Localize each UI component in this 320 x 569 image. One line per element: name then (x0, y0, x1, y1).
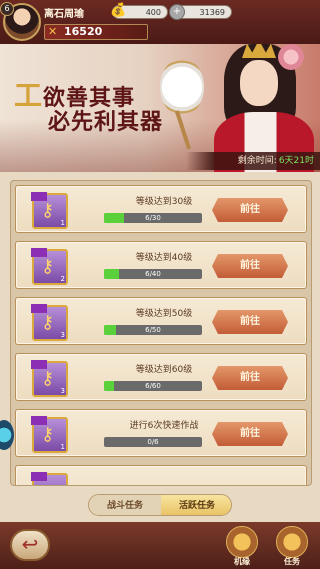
combat-power: ✕ 16520 (44, 24, 148, 40)
task-progress-bar: 0/6 (104, 437, 202, 447)
task-row: ⚷ 1 等级达到30级 6/30 前往 (15, 185, 307, 233)
key-icon: ⚷ (41, 368, 55, 389)
reward-item[interactable] (31, 472, 68, 485)
gold-ingot-icon: 💰 (110, 3, 127, 18)
task-description: 等级达到50级 (135, 309, 193, 319)
heroine-flower (278, 44, 304, 70)
banner-title-cap: 工 (14, 79, 44, 112)
progress-text: 6/60 (145, 382, 161, 390)
reward-item[interactable]: ⚷ 3 (31, 360, 68, 397)
task-progress-bar: 6/60 (104, 381, 202, 391)
task-row: ⚷ 1 进行6次快速作战 0/6 前往 (15, 409, 307, 457)
banner-subtitle: 必先利其器 (48, 109, 164, 135)
task-description: 等级达到30级 (135, 197, 193, 207)
event-banner: 工欲善其事 必先利其器 剩余时间: 6天21时 (0, 40, 320, 172)
progress-text: 6/50 (145, 326, 161, 334)
key-icon: ⚷ (41, 256, 55, 277)
back-arrow-icon: ↩ (21, 532, 39, 556)
task-row-partial (15, 465, 307, 485)
add-coin-icon[interactable]: + (169, 4, 185, 20)
tab-battle-tasks[interactable]: 战斗任务 (89, 495, 161, 515)
top-bar: 6 离石周瑜 ✕ 16520 💰 400 + 31369 (0, 0, 320, 44)
remaining-time-value: 6天21时 (278, 156, 314, 166)
fate-icon (226, 526, 258, 558)
fan-illustration (160, 58, 204, 116)
key-icon: ⚷ (41, 312, 55, 333)
go-button[interactable]: 前往 (212, 198, 288, 222)
task-progress-bar: 6/30 (104, 213, 202, 223)
heroine-face (240, 60, 278, 106)
ribbon-icon (31, 472, 47, 481)
key-icon: ⚷ (41, 424, 55, 445)
crossed-swords-icon: ✕ (48, 25, 58, 38)
task-row: ⚷ 2 等级达到40级 6/40 前往 (15, 241, 307, 289)
reward-item[interactable]: ⚷ 1 (31, 416, 68, 453)
task-button[interactable]: 任务 (272, 526, 312, 568)
task-description: 进行6次快速作战 (129, 421, 199, 431)
fate-label: 机缘 (234, 557, 250, 566)
reward-qty: 1 (60, 219, 65, 227)
task-description: 等级达到40级 (135, 253, 193, 263)
task-label: 任务 (284, 557, 300, 566)
key-icon: ⚷ (41, 200, 55, 221)
bottom-bar: ↩ 机缘 任务 (0, 522, 320, 569)
reward-item[interactable]: ⚷ 3 (31, 304, 68, 341)
task-tabs: 战斗任务 活跃任务 (88, 494, 232, 516)
task-progress-bar: 6/40 (104, 269, 202, 279)
go-button[interactable]: 前往 (212, 310, 288, 334)
progress-text: 6/40 (145, 270, 161, 278)
go-button[interactable]: 前往 (212, 422, 288, 446)
progress-text: 6/30 (145, 214, 161, 222)
coin-amount: 31369 (199, 8, 225, 17)
gold-resource[interactable]: 💰 400 (110, 3, 168, 19)
player-name: 离石周瑜 (44, 9, 84, 20)
coin-resource[interactable]: + 31369 (169, 4, 232, 20)
back-button[interactable]: ↩ (10, 529, 50, 561)
reward-item[interactable]: ⚷ 1 (31, 192, 68, 229)
task-row: ⚷ 3 等级达到50级 6/50 前往 (15, 297, 307, 345)
fate-button[interactable]: 机缘 (222, 526, 262, 568)
task-row: ⚷ 3 等级达到60级 6/60 前往 (15, 353, 307, 401)
go-button[interactable]: 前往 (212, 366, 288, 390)
go-button[interactable]: 前往 (212, 254, 288, 278)
reward-qty: 3 (60, 331, 65, 339)
fan-handle (174, 110, 192, 150)
tab-active-tasks[interactable]: 活跃任务 (161, 495, 231, 515)
player-level-badge: 6 (0, 2, 14, 16)
gold-amount: 400 (145, 8, 161, 17)
reward-qty: 1 (60, 443, 65, 451)
progress-text: 0/6 (147, 438, 159, 446)
task-list[interactable]: ⚷ 1 等级达到30级 6/30 前往 ⚷ 2 等级达到40级 6/40 前往 … (10, 180, 312, 486)
task-progress-bar: 6/50 (104, 325, 202, 335)
combat-power-value: 16520 (64, 25, 103, 38)
remaining-time-label: 剩余时间: (237, 156, 277, 166)
remaining-time: 剩余时间: 6天21时 (186, 152, 320, 170)
reward-item[interactable]: ⚷ 2 (31, 248, 68, 285)
task-description: 等级达到60级 (135, 365, 193, 375)
task-icon (276, 526, 308, 558)
reward-qty: 2 (60, 275, 65, 283)
reward-qty: 3 (60, 387, 65, 395)
